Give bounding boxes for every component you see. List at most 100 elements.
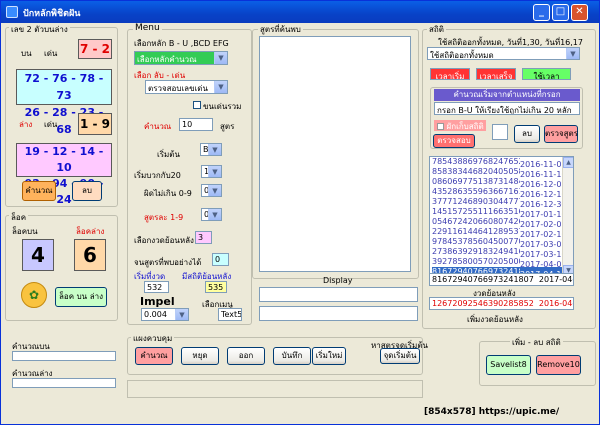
- display-label: Display: [323, 276, 353, 285]
- back-label: เลือกงวดย้อนหลัง: [134, 236, 194, 245]
- stats-list-row[interactable]: 3927858005702050007092017-04-01: [432, 257, 573, 269]
- bon-line-1: 72 - 76 - 78 - 73: [24, 72, 104, 102]
- watermark: [854x578] https://upic.me/: [424, 407, 560, 417]
- small-box: [492, 124, 508, 140]
- menu-title: Menu: [133, 23, 162, 33]
- formula-list[interactable]: [259, 36, 411, 272]
- stats-row-num: 086069775138731484450: [432, 177, 520, 186]
- count-input[interactable]: 0: [212, 253, 229, 266]
- pause-button[interactable]: จุดเริ่มต้น: [380, 348, 420, 364]
- stats-list-row[interactable]: 4352863559636671611192016-12-16: [432, 187, 573, 199]
- two-digit-group-title: เลข 2 ตัวบนล่าง: [9, 23, 70, 36]
- maximize-button[interactable]: □: [552, 4, 569, 21]
- stats-list-row[interactable]: 0546724206608074266282017-02-01: [432, 217, 573, 229]
- stats-scrollbar[interactable]: ▲ ▼: [562, 157, 573, 276]
- lang-numbers-box: 19 - 12 - 14 - 10 92 - 94 - 90 - 24: [16, 143, 112, 206]
- start-combo[interactable]: B ▼: [200, 143, 222, 156]
- no09-combo[interactable]: 0 ▼: [201, 184, 222, 197]
- row-a-num: 81672940766973241807: [432, 275, 534, 284]
- control-save-button[interactable]: บันทึก: [273, 347, 311, 365]
- calc-count-unit: สูตร: [220, 122, 235, 131]
- count-label: จนสูตรที่พบอย่างได้: [134, 258, 202, 267]
- title-bar: ปักหลักพิชิตฝัน _ □ ✕: [1, 1, 599, 23]
- time-start: เวลาเริ่ม: [430, 68, 470, 80]
- lock-bon-value: 4: [22, 239, 54, 271]
- text5-input[interactable]: Text5: [218, 308, 242, 321]
- stats-title: สถิติ: [427, 23, 446, 36]
- formula19-label: สูตรละ 1-9: [144, 213, 184, 222]
- left-delete-button[interactable]: ลบ: [72, 181, 102, 201]
- check-combo[interactable]: ตรวจสอบเลขเด่น ▼: [145, 80, 228, 94]
- stats-list-row[interactable]: 2738639291832494165942017-03-16: [432, 247, 573, 259]
- found-back-input[interactable]: 535: [205, 281, 227, 293]
- check-formula-button[interactable]: ตรวจสูตร: [544, 125, 578, 143]
- stats-row-num: 785438869768247652038: [432, 157, 520, 166]
- chevron-down-icon: ▼: [566, 48, 579, 59]
- addstat-title: เพิ่ม - ลบ สถิติ: [510, 336, 563, 349]
- control-stop-button[interactable]: หยุด: [181, 347, 219, 365]
- no09-label: ผิดไม่เกิน 0-9: [144, 189, 192, 198]
- time-used: ใช้เวลา: [522, 68, 571, 80]
- stats-list-row[interactable]: 3777124689030447776992016-12-30: [432, 197, 573, 209]
- limit-input[interactable]: กรอก B-U ให้เรียงใช้ถูกไม่เกิน 20 หลัก: [434, 102, 580, 115]
- check-button[interactable]: ตรวจสอบ: [433, 134, 475, 148]
- lock-bon-label: ล็อคบน: [12, 227, 38, 236]
- stats-list-row[interactable]: 9784537856045007705272017-03-01: [432, 237, 573, 249]
- stats-list-row[interactable]: 1451572551116635163362017-01-16: [432, 207, 573, 219]
- calc-lang-progress: [12, 378, 116, 388]
- lang-ten-label: เด่น: [44, 120, 58, 129]
- savelist-button[interactable]: Savelist8: [486, 355, 531, 375]
- formula19-combo[interactable]: 0 ▼: [201, 208, 222, 221]
- bon-value: 7 - 2: [78, 39, 112, 59]
- lang-line-1: 19 - 12 - 14 - 10: [24, 145, 104, 174]
- chevron-down-icon: ▼: [214, 52, 227, 64]
- row-b-num: 12672092546390285852: [432, 299, 534, 308]
- impel-combo[interactable]: 0.004 ▼: [141, 308, 189, 321]
- found-input[interactable]: 532: [144, 281, 169, 293]
- chevron-down-icon: ▼: [175, 309, 188, 320]
- stats-delete-button[interactable]: ลบ: [514, 125, 540, 143]
- checkbox-icon: [437, 123, 444, 130]
- formula-title: สูตรที่ค้นพบ: [258, 23, 303, 36]
- back-input[interactable]: 3: [195, 231, 212, 244]
- chevron-down-icon: ▼: [214, 81, 227, 93]
- stats-row-num: 435286355963667161119: [432, 187, 520, 196]
- scroll-up-icon[interactable]: ▲: [563, 157, 573, 168]
- stats-combo[interactable]: ใช้สถิติออกทั้งหมด ▼: [427, 47, 580, 60]
- stats-list-row[interactable]: 0860697751387314844502016-12-01: [432, 177, 573, 189]
- calc-count-input[interactable]: 10: [179, 118, 213, 131]
- keep-stats-checkbox[interactable]: ผักเก็บสถิติ: [434, 120, 486, 131]
- window-title: ปักหลักพิชิตฝัน: [23, 9, 81, 19]
- lang-value: 1 - 9: [78, 113, 112, 135]
- stats-combo-value: ใช้สถิติออกทั้งหมด: [430, 51, 494, 60]
- lang-label: ล่าง: [19, 120, 33, 129]
- close-button[interactable]: ✕: [571, 4, 588, 21]
- control-exit-button[interactable]: ออก: [227, 347, 265, 365]
- stats-list-row[interactable]: 8583834468204050582016-11-16: [432, 167, 573, 179]
- from20-combo[interactable]: 1 ▼: [201, 165, 222, 178]
- bon-label: บน: [21, 49, 32, 58]
- stats-list-row[interactable]: 2291161446412895375772017-02-16: [432, 227, 573, 239]
- app-icon: [6, 6, 18, 18]
- remove-button[interactable]: Remove10: [536, 355, 581, 375]
- chevron-down-icon: ▼: [208, 166, 221, 177]
- lock-bon-lang-button[interactable]: ล็อค บน ล่าง: [55, 287, 107, 307]
- sum-checkbox[interactable]: [193, 101, 201, 109]
- limit-title: คำนวณเริ่มจากตำแหน่งที่กรอก: [434, 89, 580, 101]
- left-calc-button[interactable]: คำนวณ: [22, 181, 56, 201]
- calc-bon-progress: [12, 351, 116, 361]
- stats-list[interactable]: 7854388697682476520382016-11-01858383446…: [429, 156, 574, 277]
- display-input-2[interactable]: [259, 306, 418, 321]
- formula-combo[interactable]: เลือกหลักคำนวณ ▼: [134, 51, 228, 65]
- stats-row-num: 392785800570205000709: [432, 257, 520, 266]
- stats-list-row[interactable]: 7854388697682476520382016-11-01: [432, 157, 573, 169]
- control-calc-button[interactable]: คำนวณ: [135, 347, 173, 365]
- sum-checkbox-label: ขนเด่นรวม: [203, 102, 242, 111]
- control-new-button[interactable]: เริ่มใหม่: [312, 347, 346, 365]
- select-label: เลือกหลัก B - U ,BCD EFG: [134, 39, 229, 48]
- stats-row-num: 145157255111663516336: [432, 207, 520, 216]
- stats-row-num: 054672420660807426628: [432, 217, 520, 226]
- lock-lang-value: 6: [74, 239, 106, 271]
- minimize-button[interactable]: _: [533, 4, 550, 21]
- display-input-1[interactable]: [259, 287, 418, 302]
